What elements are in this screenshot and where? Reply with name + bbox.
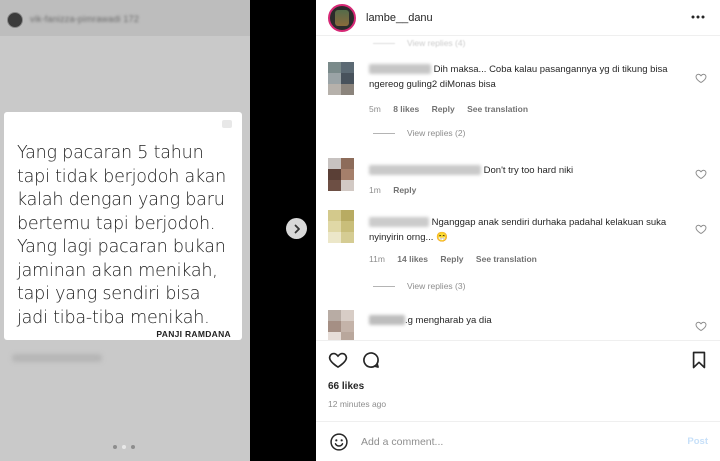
quote-line: bertemu tapi berjodoh. [17, 213, 216, 234]
comment-text: .g mengharab ya dia [405, 315, 492, 326]
progress-dot-active [122, 445, 126, 449]
app-root: vik-fanizza-pimrawadi 172 Yang pacaran 5… [0, 0, 720, 461]
emoji-icon[interactable] [329, 432, 349, 452]
commenter-avatar[interactable] [328, 310, 354, 340]
quote-card: Yang pacaran 5 tahun tapi tidak berjodoh… [4, 112, 242, 340]
comment-time: 5m [369, 104, 381, 114]
story-panel[interactable]: vik-fanizza-pimrawadi 172 Yang pacaran 5… [0, 0, 250, 461]
commenter-name-blurred[interactable] [369, 64, 431, 75]
quote-line: tapi tidak berjodoh akan [17, 166, 227, 187]
reply-button[interactable]: Reply [440, 254, 463, 264]
comment-bubble-icon[interactable] [361, 350, 381, 370]
post-timestamp: 12 minutes ago [328, 399, 387, 409]
reply-button[interactable]: Reply [432, 104, 455, 114]
card-corner-icon [222, 120, 232, 128]
progress-dot [113, 445, 117, 449]
heart-icon[interactable] [695, 168, 707, 180]
quote-author: PANJI RAMDANA [156, 329, 231, 339]
view-replies-button[interactable]: View replies (3) [373, 281, 465, 291]
commenter-name-blurred[interactable] [369, 315, 405, 326]
story-caption-blurred [12, 354, 102, 362]
comment-body: Dih maksa... Coba kalau pasangannya yg d… [369, 62, 690, 92]
commenter-name-blurred[interactable] [369, 217, 429, 228]
commenter-avatar[interactable] [328, 62, 354, 95]
story-avatar[interactable] [7, 12, 23, 28]
heart-icon[interactable] [695, 223, 707, 235]
quote-line: tapi yang sendiri bisa [17, 284, 201, 304]
bookmark-icon[interactable] [689, 350, 709, 370]
comment-meta: 11m 14 likes Reply See translation [369, 254, 547, 264]
view-replies-partial[interactable]: View replies (4) [373, 38, 465, 48]
quote-text: Yang pacaran 5 tahun tapi tidak berjodoh… [17, 142, 239, 330]
likes-count[interactable]: 66 likes [328, 381, 364, 392]
view-replies-label: View replies (2) [407, 128, 466, 138]
story-username[interactable]: vik-fanizza-pimrawadi 172 [30, 14, 139, 24]
account-avatar[interactable] [328, 4, 356, 32]
story-header: vik-fanizza-pimrawadi 172 [0, 0, 250, 36]
view-replies-label: View replies (4) [407, 38, 466, 48]
comment-body: Nganggap anak sendiri durhaka padahal ke… [369, 215, 690, 245]
commenter-name-blurred[interactable] [369, 165, 481, 176]
comment-body: .g mengharab ya dia [369, 313, 690, 328]
chevron-right-icon [294, 224, 300, 233]
story-progress-dots [113, 445, 135, 449]
next-story-button[interactable] [286, 218, 307, 239]
see-translation-button[interactable]: See translation [476, 254, 537, 264]
comment-time: 11m [369, 254, 385, 264]
comment-text: Don't try too hard niki [483, 165, 574, 176]
post-panel: lambe__danu View replies (4) Dih maksa..… [316, 0, 720, 461]
heart-icon[interactable] [328, 350, 348, 370]
comment-meta: 5m 8 likes Reply See translation [369, 104, 538, 114]
add-comment-bar: Post [316, 421, 720, 461]
comment-likes[interactable]: 8 likes [393, 104, 419, 114]
post-header: lambe__danu [316, 0, 720, 36]
heart-icon[interactable] [695, 72, 707, 84]
comment-input[interactable] [361, 432, 661, 452]
quote-line: jaminan akan menikah, [17, 260, 218, 281]
account-username[interactable]: lambe__danu [366, 12, 433, 24]
quote-line: jadi tiba-tiba menikah. [17, 307, 210, 328]
comments-list[interactable]: View replies (4) Dih maksa... Coba kalau… [316, 36, 720, 340]
progress-dot [131, 445, 135, 449]
more-horizontal-icon[interactable] [690, 9, 706, 29]
reply-button[interactable]: Reply [393, 185, 416, 195]
post-comment-button[interactable]: Post [687, 436, 708, 447]
view-replies-button[interactable]: View replies (2) [373, 128, 465, 138]
comment-time: 1m [369, 185, 381, 195]
comment-likes[interactable]: 14 likes [397, 254, 428, 264]
post-actions [316, 340, 720, 380]
commenter-avatar[interactable] [328, 210, 354, 243]
see-translation-button[interactable]: See translation [467, 104, 528, 114]
commenter-avatar[interactable] [328, 158, 354, 191]
quote-line: Yang lagi pacaran bukan [17, 237, 226, 257]
comment-body: Don't try too hard niki [369, 163, 690, 178]
comment-meta: 1m Reply [369, 185, 426, 195]
view-replies-label: View replies (3) [407, 281, 466, 291]
quote-line: Yang pacaran 5 tahun [17, 143, 204, 163]
quote-line: kalah dengan yang baru [17, 190, 225, 210]
heart-icon[interactable] [695, 320, 707, 332]
